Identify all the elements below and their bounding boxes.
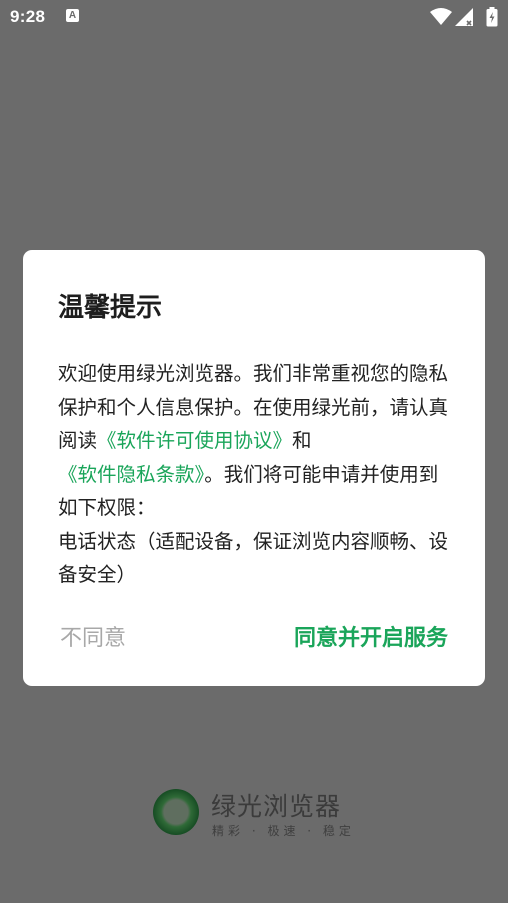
permission-item: 电话状态（适配设备，保证浏览内容顺畅、设备安全） — [58, 529, 449, 587]
status-bar: 9:28 A — [0, 0, 508, 36]
splash-app-name: 绿光浏览器 — [211, 792, 342, 821]
splash-slogan: 精彩 · 极速 · 稳定 — [212, 824, 355, 838]
privacy-dialog: 温馨提示 欢迎使用绿光浏览器。我们非常重视您的隐私保护和个人信息保护。在使用绿光… — [23, 250, 485, 686]
decline-button[interactable]: 不同意 — [60, 620, 126, 652]
splash-branding: 绿光浏览器 精彩 · 极速 · 稳定 — [153, 786, 363, 842]
privacy-terms-link[interactable]: 《软件隐私条款》 — [58, 463, 204, 486]
notification-a-icon: A — [66, 9, 79, 22]
signal-icon — [455, 8, 473, 26]
dialog-body: 欢迎使用绿光浏览器。我们非常重视您的隐私保护和个人信息保护。在使用绿光前，请认真… — [58, 357, 453, 592]
status-icons — [430, 6, 500, 28]
status-time: 9:28 — [10, 7, 46, 26]
battery-icon — [486, 7, 498, 27]
wifi-icon — [430, 8, 452, 25]
accept-button[interactable]: 同意并开启服务 — [294, 620, 448, 652]
license-agreement-link[interactable]: 《软件许可使用协议》 — [97, 429, 292, 452]
app-logo-icon — [153, 789, 199, 835]
body-text-and: 和 — [292, 429, 312, 452]
dialog-title: 温馨提示 — [58, 293, 163, 323]
